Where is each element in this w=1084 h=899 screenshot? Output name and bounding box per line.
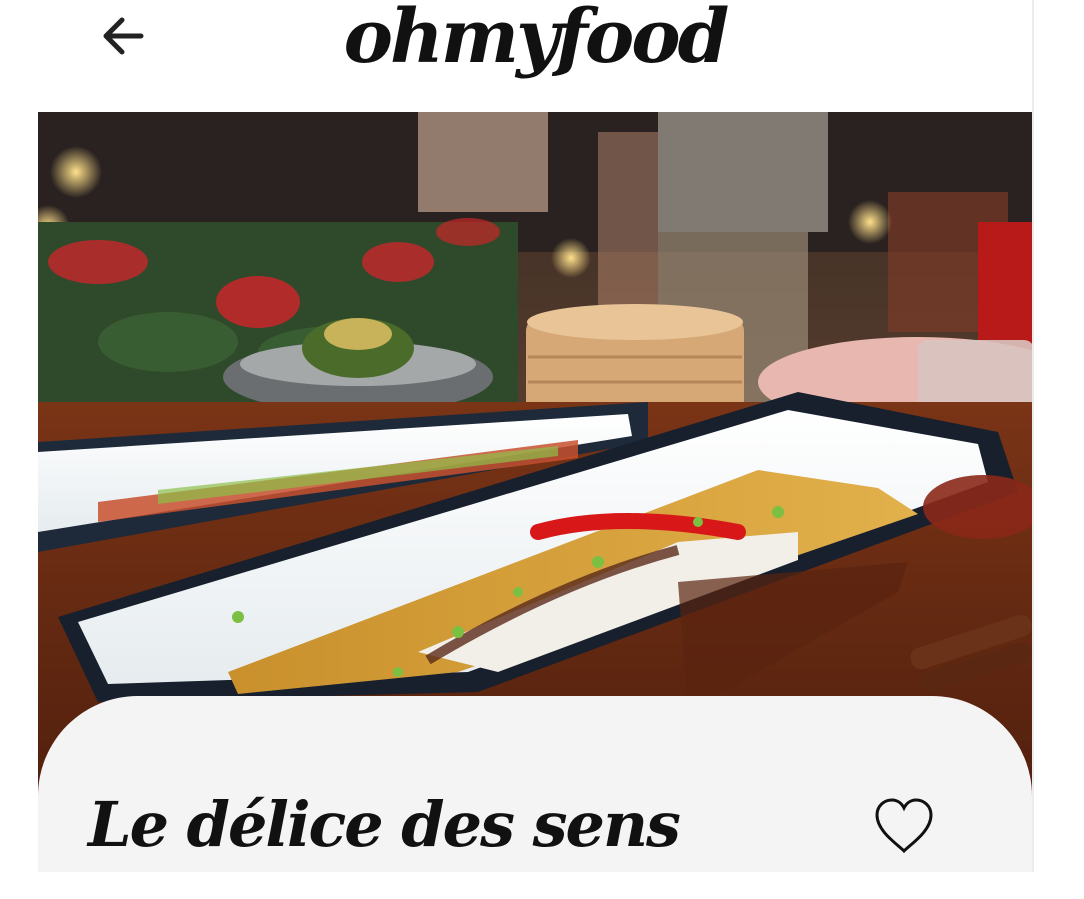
page-edge-divider xyxy=(1032,0,1034,872)
restaurant-page: ohmyfood Le délice des sens xyxy=(0,0,1034,872)
restaurant-info-card: Le délice des sens xyxy=(38,696,1032,872)
heart-outline-icon xyxy=(875,798,933,854)
brand-logo[interactable]: ohmyfood xyxy=(310,0,760,80)
arrow-left-icon xyxy=(103,17,144,55)
restaurant-name: Le délice des sens xyxy=(88,788,681,861)
header: ohmyfood xyxy=(0,0,1034,112)
back-button[interactable] xyxy=(92,10,152,62)
favorite-button[interactable] xyxy=(870,794,938,858)
